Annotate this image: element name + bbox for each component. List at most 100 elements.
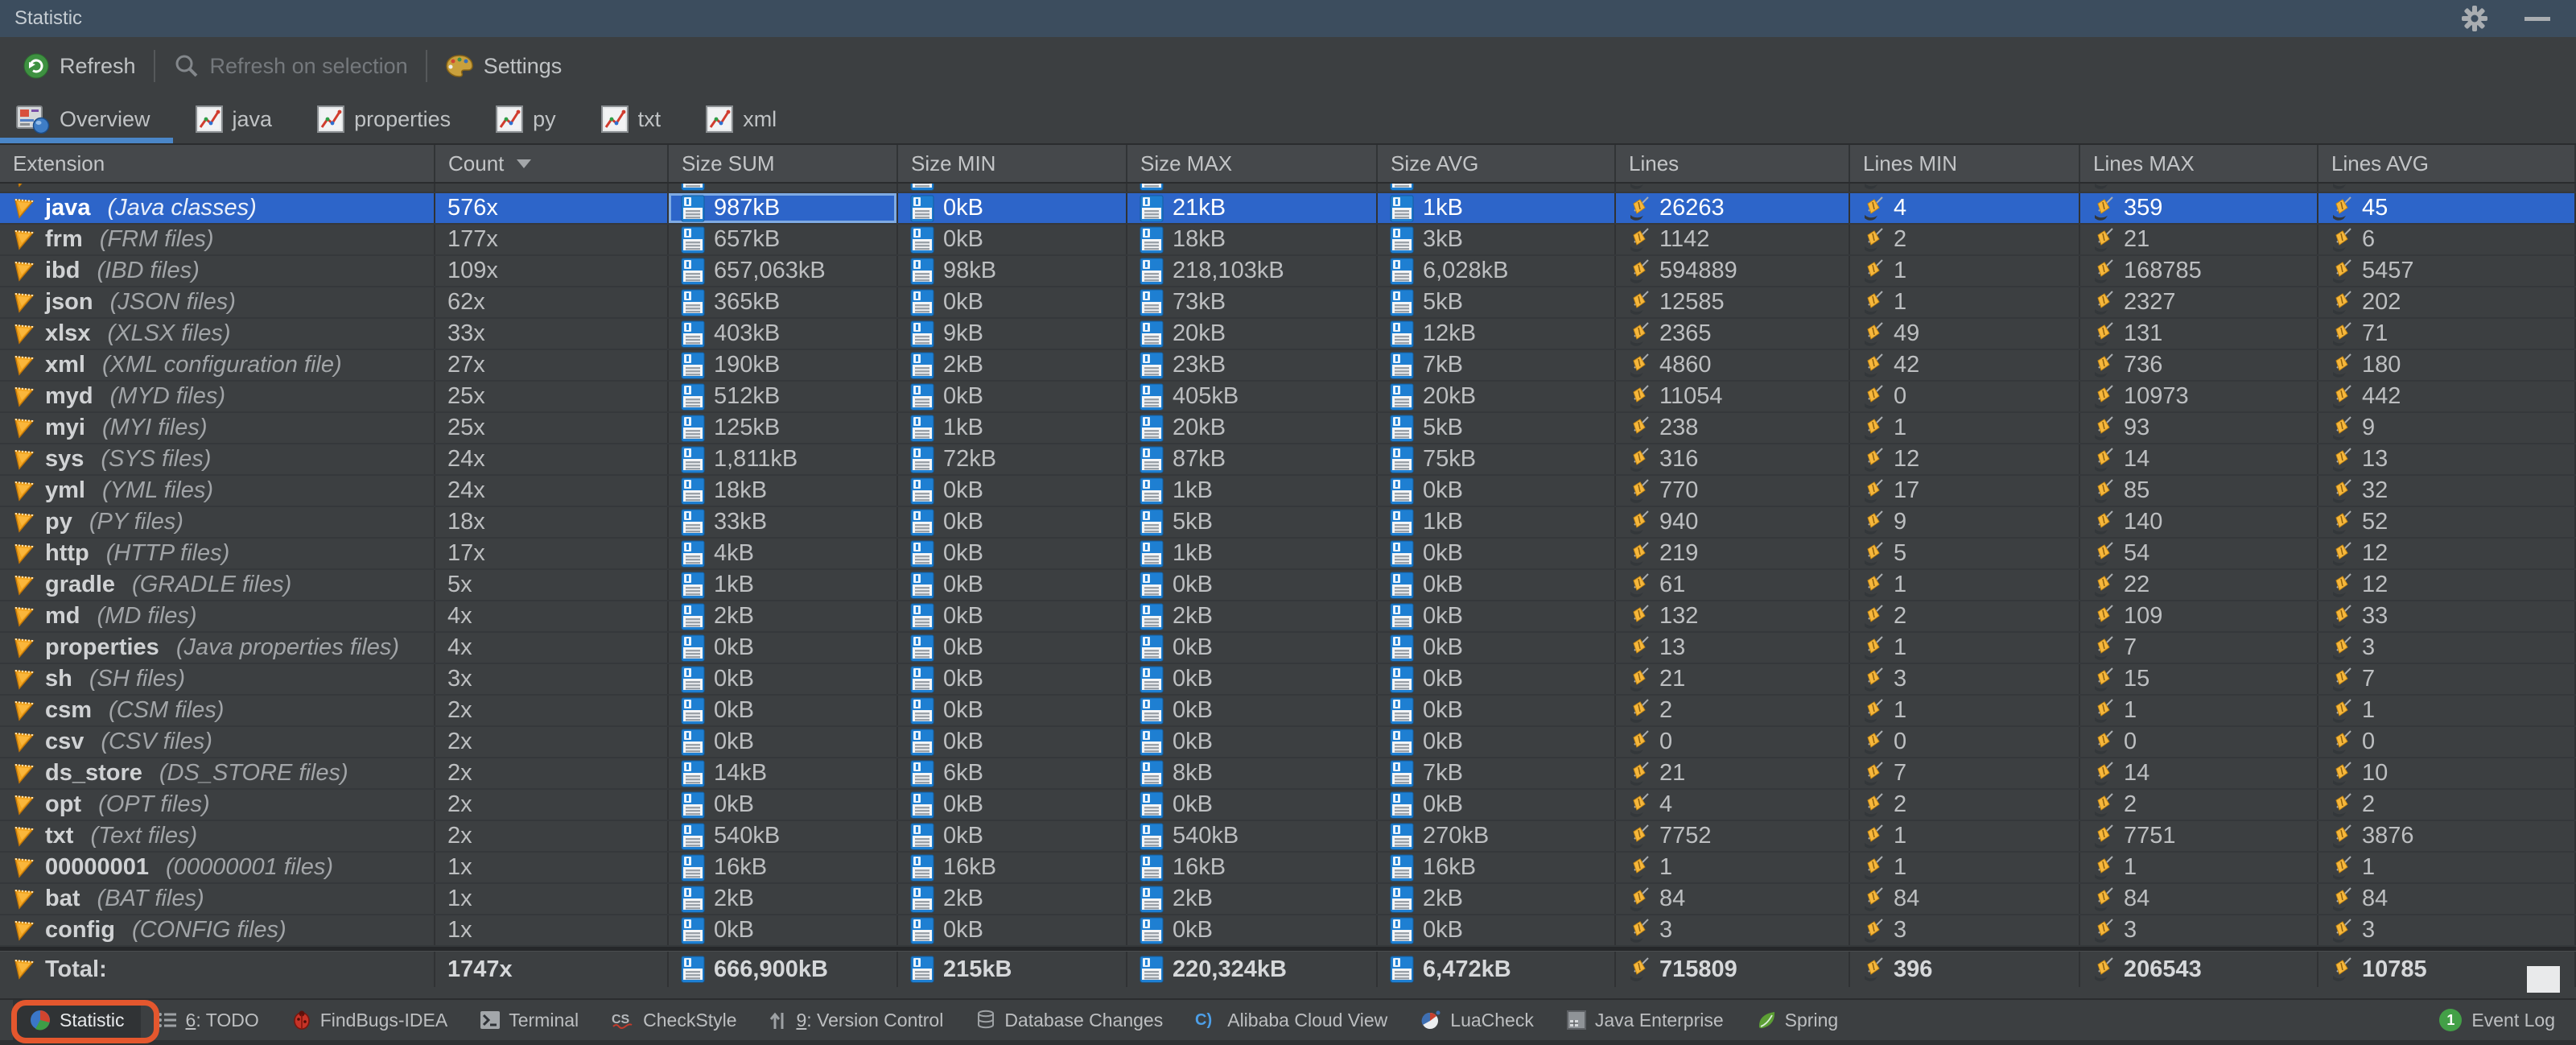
cell-lines[interactable]: 33 <box>2318 601 2576 631</box>
cell-size[interactable]: 3kB <box>1378 225 1616 254</box>
cell-lines[interactable]: 22 <box>2080 570 2318 600</box>
cell-lines[interactable]: 54 <box>2080 539 2318 568</box>
cell-lines[interactable]: 84 <box>2318 884 2576 914</box>
cell-size[interactable]: 0kB <box>1378 476 1616 506</box>
tab-xml[interactable]: xml <box>683 95 799 143</box>
table-row[interactable]: txt (Text files) 2x 540kB 0kB 540kB 270kB 7752 1… <box>0 821 2576 853</box>
cell-lines[interactable]: 770 <box>1616 476 1850 506</box>
cell-lines[interactable]: 238 <box>1616 413 1850 443</box>
table-row[interactable]: 00000001 (00000001 files) 1x 16kB 16kB 16kB 16… <box>0 853 2576 884</box>
cell-lines[interactable]: 84 <box>1616 884 1850 914</box>
cell-extension[interactable]: config (CONFIG files) <box>0 915 435 945</box>
cell-lines[interactable]: 3 <box>2318 915 2576 945</box>
cell-extension[interactable]: gradle (GRADLE files) <box>0 570 435 600</box>
table-row[interactable]: http (HTTP files) 17x 4kB 0kB 1kB 0kB 219 5 54 12 <box>0 539 2576 570</box>
cell-lines[interactable]: 45 <box>2318 193 2576 223</box>
cell-size[interactable]: 540kB <box>669 821 898 851</box>
cell-count[interactable]: 62x <box>435 287 669 317</box>
statusbar-item-spring[interactable]: Spring <box>1740 1000 1854 1040</box>
table-row[interactable]: gradle (GRADLE files) 5x 1kB 0kB 0kB 0kB 61 1 22 1… <box>0 570 2576 601</box>
cell-lines[interactable]: 109 <box>2080 601 2318 631</box>
cell-size[interactable]: 987kB <box>669 193 898 223</box>
cell-count[interactable]: 1x <box>435 884 669 914</box>
cell-size[interactable]: 98kB <box>898 256 1127 286</box>
gear-icon[interactable] <box>2460 4 2489 33</box>
cell-extension[interactable]: java (Java classes) <box>0 193 435 223</box>
cell-count[interactable]: 4x <box>435 601 669 631</box>
cell-lines[interactable]: 168785 <box>2080 256 2318 286</box>
cell-lines[interactable]: 14 <box>2080 758 2318 788</box>
cell-size[interactable]: 1kB <box>1378 193 1616 223</box>
column-header-lines-avg[interactable]: Lines AVG <box>2318 145 2576 182</box>
cell-lines[interactable]: 1 <box>2318 853 2576 882</box>
cell-lines[interactable]: 42 <box>1850 350 2080 380</box>
cell-lines[interactable]: 84 <box>2080 884 2318 914</box>
table-row[interactable]: bat (BAT files) 1x 2kB 2kB 2kB 2kB 84 84 84 84 <box>0 884 2576 915</box>
cell-lines[interactable]: 9 <box>2318 413 2576 443</box>
cell-size[interactable]: 1,811kB <box>669 444 898 474</box>
statusbar-item-todo[interactable]: 6: TODO <box>141 1000 275 1040</box>
cell-count[interactable]: 109x <box>435 256 669 286</box>
cell-lines[interactable]: 396 <box>1850 952 2080 987</box>
statusbar-item-checkstyle[interactable]: CS CheckStyle <box>595 1000 752 1040</box>
cell-lines[interactable]: 12585 <box>1616 287 1850 317</box>
cell-size[interactable]: 5kB <box>1378 287 1616 317</box>
cell-lines[interactable]: 10973 <box>2080 382 2318 411</box>
cell-extension[interactable]: properties (Java properties files) <box>0 633 435 663</box>
statusbar-item-luacheck[interactable]: LuaCheck <box>1403 1000 1550 1040</box>
cell-size[interactable]: 0kB <box>898 382 1127 411</box>
cell-size[interactable]: 2kB <box>1127 884 1378 914</box>
cell-lines[interactable]: 2 <box>2318 790 2576 820</box>
cell-lines[interactable]: 11054 <box>1616 382 1850 411</box>
cell-lines[interactable]: 12 <box>1850 444 2080 474</box>
cell-lines[interactable]: 12 <box>2318 539 2576 568</box>
table-row[interactable]: myi (MYI files) 25x 125kB 1kB 20kB 5kB 238 1 93 9 <box>0 413 2576 444</box>
cell-lines[interactable]: 140 <box>2080 507 2318 537</box>
cell-lines[interactable]: 219 <box>1616 539 1850 568</box>
tab-properties[interactable]: properties <box>295 95 473 143</box>
cell-size[interactable]: 0kB <box>898 287 1127 317</box>
cell-size[interactable]: 1kB <box>898 413 1127 443</box>
tab-java[interactable]: java <box>173 95 295 143</box>
cell-count[interactable]: 2x <box>435 696 669 725</box>
scrollbar-thumb[interactable] <box>2527 966 2560 993</box>
cell-size[interactable]: 220,324kB <box>1127 952 1378 987</box>
cell-lines[interactable]: 9 <box>1850 507 2080 537</box>
cell-lines[interactable]: 93 <box>2080 413 2318 443</box>
table-row[interactable]: opt (OPT files) 2x 0kB 0kB 0kB 0kB 4 2 2 2 <box>0 790 2576 821</box>
cell-extension[interactable]: myd (MYD files) <box>0 382 435 411</box>
cell-size[interactable]: 0kB <box>669 664 898 694</box>
cell-lines[interactable]: 1 <box>2080 696 2318 725</box>
column-header-size-max[interactable]: Size MAX <box>1127 145 1378 182</box>
cell-size[interactable]: 18kB <box>669 476 898 506</box>
cell-size[interactable]: 0kB <box>669 727 898 757</box>
cell-lines[interactable]: 316 <box>1616 444 1850 474</box>
cell-size[interactable]: 0kB <box>898 633 1127 663</box>
cell-size[interactable]: 0kB <box>898 790 1127 820</box>
cell-lines[interactable]: 736 <box>2080 350 2318 380</box>
cell-size[interactable]: 0kB <box>898 664 1127 694</box>
cell-lines[interactable]: 21 <box>2080 225 2318 254</box>
table-row[interactable]: config (CONFIG files) 1x 0kB 0kB 0kB 0kB 3 3 3 3 <box>0 915 2576 947</box>
cell-extension[interactable]: py (PY files) <box>0 507 435 537</box>
cell-lines[interactable]: 3 <box>2080 915 2318 945</box>
cell-count[interactable]: 3x <box>435 664 669 694</box>
cell-size[interactable]: 9kB <box>898 319 1127 349</box>
cell-count[interactable]: 2x <box>435 727 669 757</box>
cell-count[interactable]: 27x <box>435 350 669 380</box>
table-row[interactable]: xml (XML configuration file) 27x 190kB 2kB 23… <box>0 350 2576 382</box>
cell-lines[interactable]: 1 <box>1616 853 1850 882</box>
statusbar-item-statistic[interactable]: Statistic <box>13 1000 141 1040</box>
table-row[interactable]: sys (SYS files) 24x 1,811kB 72kB 87kB 75kB 316 1… <box>0 444 2576 476</box>
cell-size[interactable]: 215kB <box>898 952 1127 987</box>
cell-size[interactable]: 72kB <box>898 444 1127 474</box>
table-row[interactable]: sh (SH files) 3x 0kB 0kB 0kB 0kB 21 3 15 7 <box>0 664 2576 696</box>
cell-lines[interactable]: 0 <box>2080 727 2318 757</box>
cell-size[interactable]: 0kB <box>1378 696 1616 725</box>
cell-size[interactable]: 1kB <box>1127 539 1378 568</box>
cell-lines[interactable]: 2365 <box>1616 319 1850 349</box>
cell-size[interactable]: 0kB <box>898 601 1127 631</box>
cell-lines[interactable]: 3876 <box>2318 821 2576 851</box>
cell-lines[interactable]: 7 <box>1850 758 2080 788</box>
refresh-on-selection-button[interactable]: Refresh on selection <box>163 48 418 85</box>
